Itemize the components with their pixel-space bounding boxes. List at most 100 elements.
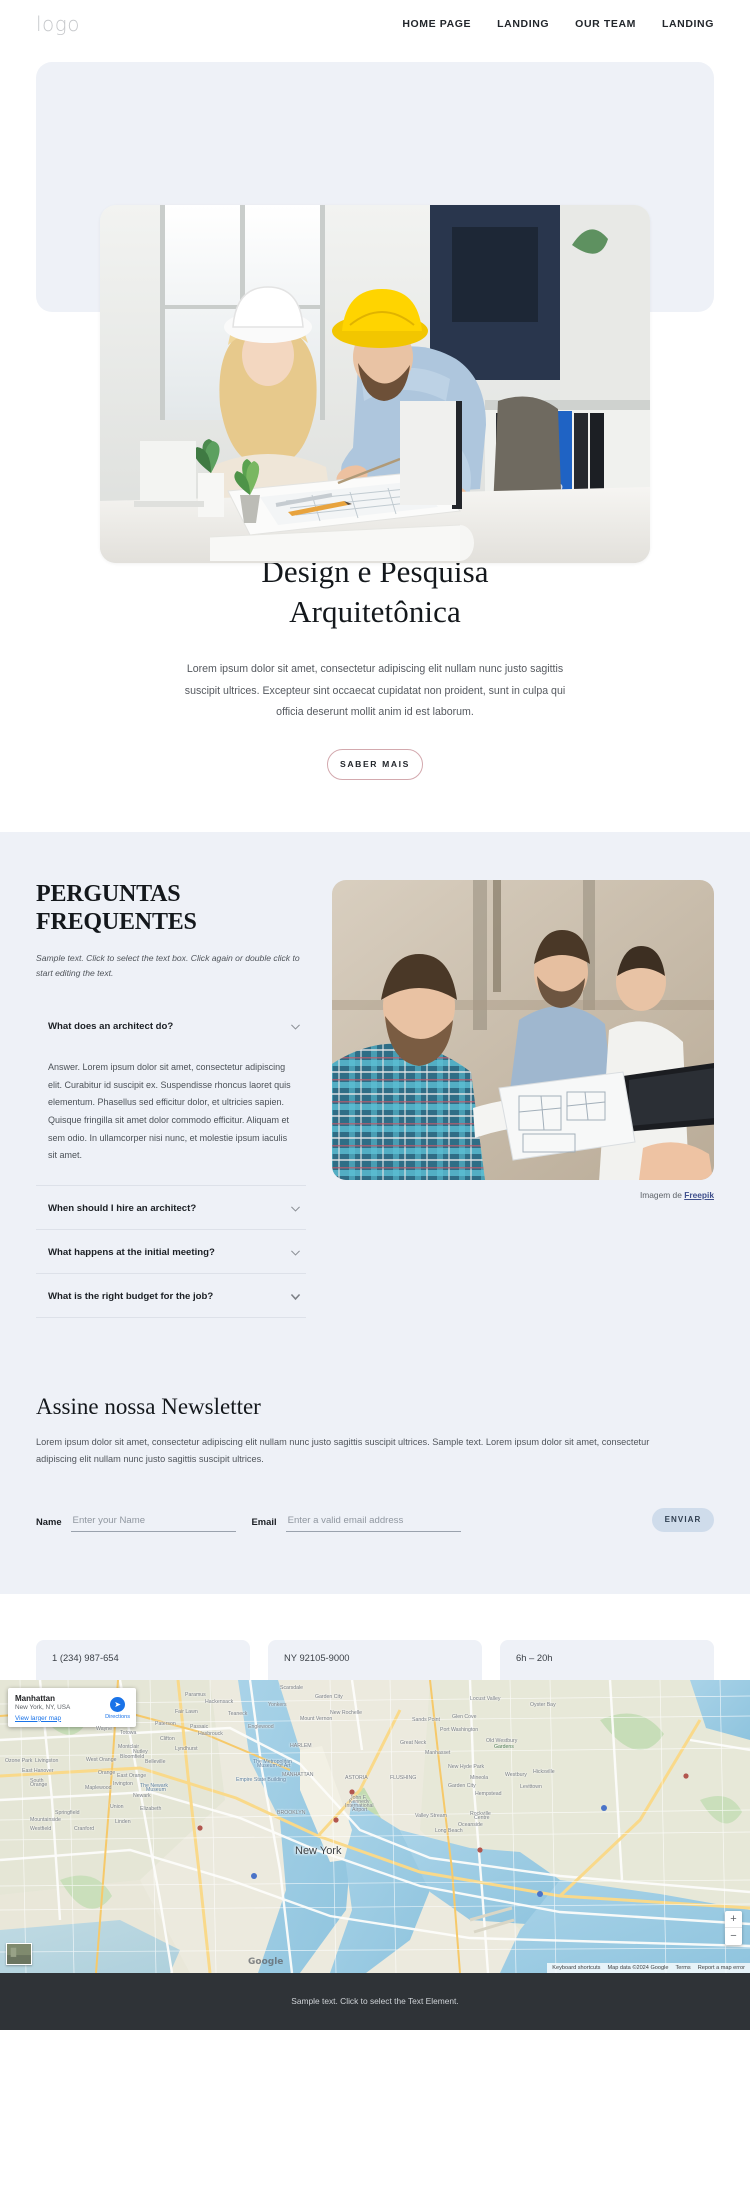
map-zoom-controls[interactable]: + − [725,1910,742,1945]
faq-sample-text: Sample text. Click to select the text bo… [36,952,300,979]
map-label: Montclair [118,1743,140,1750]
map-zoom-in-button[interactable]: + [725,1911,742,1928]
accordion-answer-1: Answer. Lorem ipsum dolor sit amet, cons… [48,1062,291,1161]
map-info-card[interactable]: Manhattan New York, NY, USA View larger … [8,1687,136,1727]
accordion-header-1[interactable]: What does an architect do? [36,1004,306,1047]
map-label: Hempstead [475,1790,502,1797]
map-label: Port Washington [440,1726,479,1733]
map-label: Ozone Park [5,1757,33,1764]
enviar-button[interactable]: ENVIAR [652,1507,714,1532]
saber-mais-button[interactable]: SABER MAIS [327,748,423,780]
map-label: ASTORIA [345,1774,368,1781]
faq-heading-line-2: FREQUENTES [36,909,197,936]
hero-paragraph: Lorem ipsum dolor sit amet, consectetur … [184,663,566,718]
accordion-header-3[interactable]: What happens at the initial meeting? [36,1230,306,1273]
contact-cards-row: 1 (234) 987-654 NY 92105-9000 6h – 20h [36,1639,714,1680]
faq-section: PERGUNTAS FREQUENTES Sample text. Click … [0,831,750,1376]
email-input[interactable] [285,1510,461,1532]
email-label: Email [251,1515,277,1527]
map-label: Hicksville [533,1768,555,1775]
map-label: Cranford [74,1825,95,1832]
map-attr-keyboard-shortcuts[interactable]: Keyboard shortcuts [552,1965,600,1971]
map-label: Maplewood [85,1784,112,1791]
chevron-down-icon[interactable] [289,1202,302,1215]
map-label: Garden City [448,1782,476,1789]
map-attr-map-data: Map data ©2024 Google [607,1964,669,1971]
accordion-header-2[interactable]: When should I hire an architect? [36,1186,306,1229]
accordion-item-2: When should I hire an architect? [36,1186,306,1230]
map-label: Mountainside [30,1816,61,1823]
map-label: Gardens [494,1743,514,1750]
map-label: Levittown [520,1783,542,1790]
nav-item-landing-2[interactable]: LANDING [662,18,714,30]
map-label: Hackensack [205,1698,234,1705]
chevron-down-icon[interactable] [289,1246,302,1259]
main-nav: HOME PAGE LANDING OUR TEAM LANDING [402,18,714,30]
map-label: Yonkers [268,1701,287,1708]
map-label: Hasbrouck [198,1730,223,1737]
newsletter-paragraph: Lorem ipsum dolor sit amet, consectetur … [36,1436,650,1464]
map-label: East Hanover [22,1767,54,1774]
map-label: East Orange [117,1772,147,1779]
freepik-link[interactable]: Freepik [684,1190,714,1200]
map-label: Manhasset [425,1749,451,1756]
map-label: Valley Stream [415,1812,447,1819]
google-map[interactable]: New York Manhattan New York, NY, USA Vie… [0,1679,750,1973]
hero-image-architects [100,205,650,563]
map-label: Mineola [470,1774,489,1781]
map-city-label: New York [295,1844,342,1857]
accordion-question-2: When should I hire an architect? [48,1202,197,1214]
accordion-question-3: What happens at the initial meeting? [48,1246,215,1258]
map-directions-button[interactable]: ➤ Directions [105,1696,130,1720]
map-label: Clifton [160,1735,175,1742]
accordion-item-4: What is the right budget for the job? [36,1274,306,1318]
faq-heading: PERGUNTAS FREQUENTES [36,880,306,937]
map-label: Glen Cove [452,1713,477,1720]
map-label: West Orange [86,1756,117,1763]
map-label: Paterson [155,1720,176,1727]
chevron-down-icon[interactable] [289,1020,302,1033]
map-attr-report-error[interactable]: Report a map error [698,1965,745,1971]
map-label: Locust Valley [470,1695,501,1702]
map-label: Belleville [145,1758,166,1765]
name-field-group: Name [36,1510,236,1532]
nav-item-landing-1[interactable]: LANDING [497,18,549,30]
map-label: Englewood [248,1723,274,1730]
directions-arrow-icon: ➤ [110,1696,126,1712]
map-streetview-thumbnail[interactable] [6,1942,32,1965]
faq-heading-line-1: PERGUNTAS [36,880,181,907]
nav-item-home-page[interactable]: HOME PAGE [402,18,471,30]
accordion-item-3: What happens at the initial meeting? [36,1230,306,1274]
name-input[interactable] [70,1510,236,1532]
map-label: Airport [352,1806,368,1813]
accordion-header-4[interactable]: What is the right budget for the job? [36,1274,306,1317]
map-label: Orange [98,1769,116,1776]
contact-card-phone: 1 (234) 987-654 [36,1639,250,1680]
image-credit: Imagem de Freepik [332,1190,714,1200]
faq-image-team-meeting [332,879,714,1180]
accordion-item-1: What does an architect do? Answer. Lorem… [36,1004,306,1186]
accordion-question-1: What does an architect do? [48,1021,174,1033]
chevron-down-icon[interactable] [289,1290,302,1303]
map-label: Long Beach [435,1827,463,1834]
map-label: FLUSHING [390,1774,417,1781]
faq-right-column: Imagem de Freepik [332,879,714,1200]
map-attribution-bar: Keyboard shortcuts Map data ©2024 Google… [547,1962,750,1973]
map-attr-terms[interactable]: Terms [676,1965,691,1971]
hero-title-line-2: Arquitetônica [289,593,461,629]
map-label: Totowa [120,1729,137,1736]
map-label: Oyster Bay [530,1701,556,1708]
map-label: Westbury [505,1771,527,1778]
map-zoom-out-button[interactable]: − [725,1928,742,1945]
map-label: New Rochelle [330,1709,363,1716]
hero-cta-wrap: SABER MAIS [0,748,750,780]
map-label: Museum of Art [257,1762,291,1769]
map-label: Bloomfield [120,1753,145,1760]
map-label: Fair Lawn [175,1708,198,1715]
faq-accordion: What does an architect do? Answer. Lorem… [36,1004,306,1318]
nav-item-our-team[interactable]: OUR TEAM [575,18,636,30]
faq-left-column: PERGUNTAS FREQUENTES Sample text. Click … [36,880,306,1318]
name-label: Name [36,1515,62,1527]
logo[interactable]: logo [36,12,80,36]
map-label: Livingston [35,1757,59,1764]
